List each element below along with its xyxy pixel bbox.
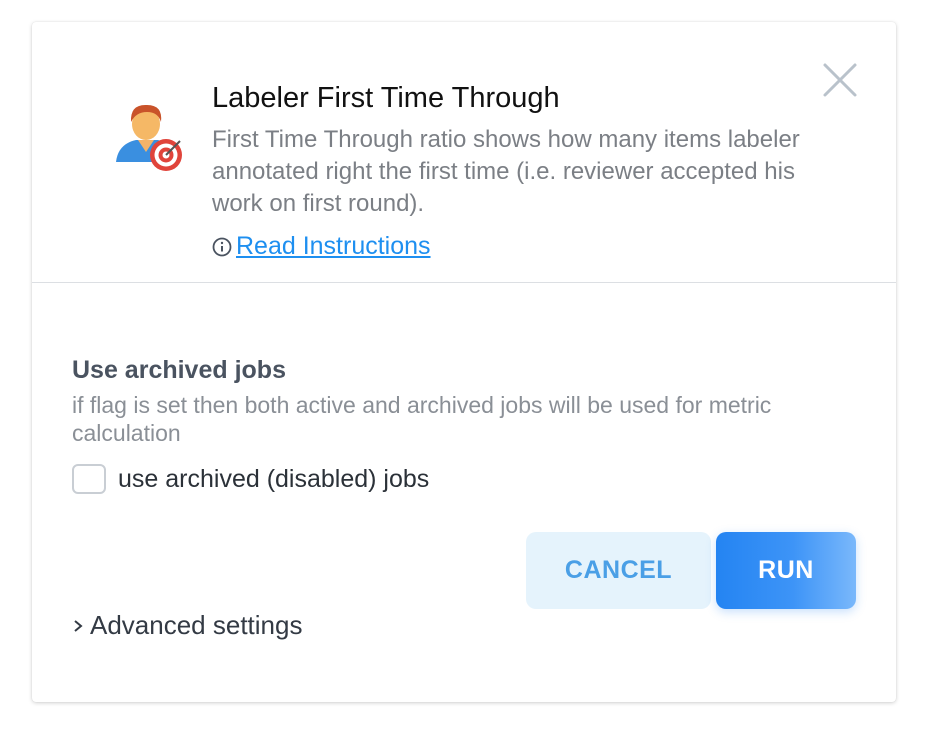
option-title: Use archived jobs: [72, 356, 286, 384]
archived-jobs-option[interactable]: use archived (disabled) jobs: [72, 464, 429, 494]
advanced-settings-toggle[interactable]: Advanced settings: [72, 610, 302, 641]
info-icon: [212, 237, 232, 256]
checkbox-label[interactable]: use archived (disabled) jobs: [118, 465, 429, 494]
read-instructions-label[interactable]: Read Instructions: [236, 232, 431, 261]
read-instructions-link[interactable]: Read Instructions: [212, 232, 431, 261]
archived-jobs-checkbox[interactable]: [72, 464, 106, 494]
user-target-icon: [116, 104, 182, 171]
cancel-button[interactable]: CANCEL: [526, 532, 711, 609]
dialog-description: First Time Through ratio shows how many …: [212, 126, 800, 217]
run-button[interactable]: RUN: [716, 532, 856, 609]
divider: [32, 282, 896, 283]
metric-dialog: Labeler First Time Through First Time Th…: [32, 22, 896, 702]
option-description: if flag is set then both active and arch…: [72, 392, 772, 446]
close-icon[interactable]: [822, 62, 858, 98]
advanced-settings-label: Advanced settings: [90, 610, 303, 640]
dialog-title: Labeler First Time Through: [212, 82, 560, 114]
chevron-right-icon: [74, 619, 83, 632]
